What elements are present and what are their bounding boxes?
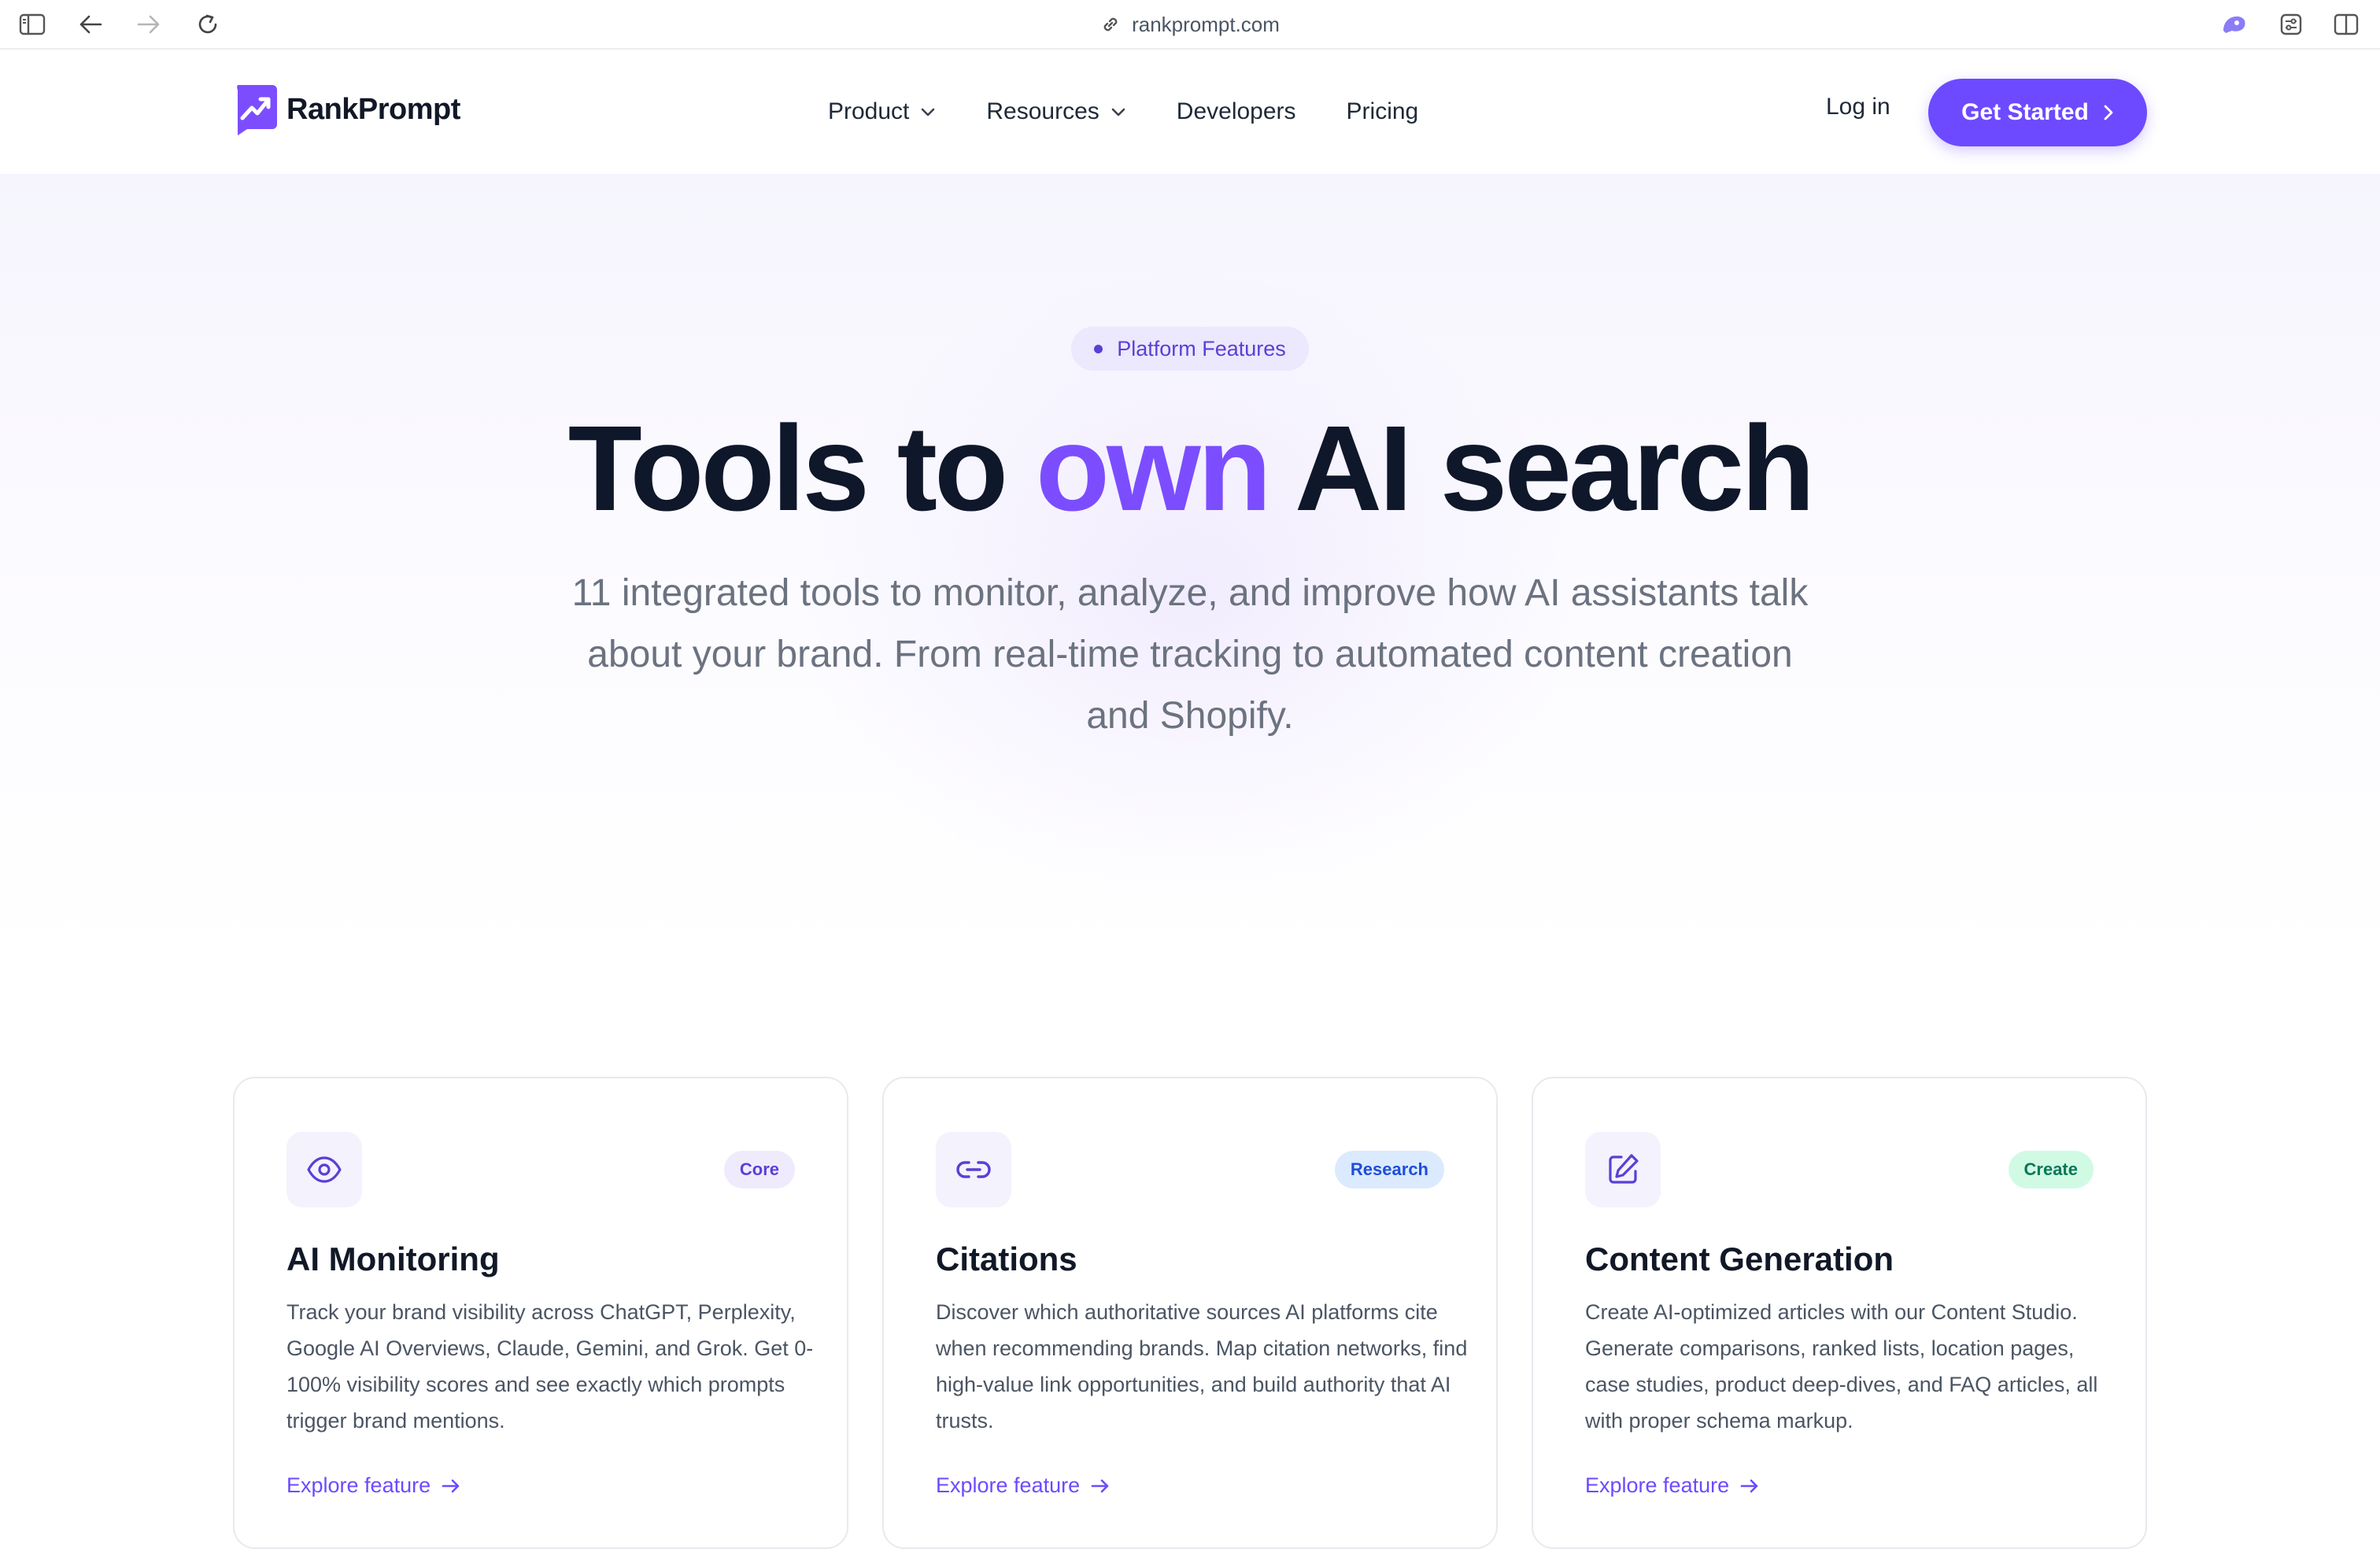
brand-name: RankPrompt xyxy=(286,92,460,126)
nav-item-label: Pricing xyxy=(1346,98,1419,124)
arrow-right-icon xyxy=(1740,1479,1758,1492)
card-title: Content Generation xyxy=(1585,1240,1894,1277)
site-header: RankPrompt Product Resources Developers … xyxy=(0,50,2380,174)
feature-card-content-generation[interactable]: Create Content Generation Create AI-opti… xyxy=(1532,1077,2147,1549)
nav-item-label: Product xyxy=(828,98,910,124)
url-text: rankprompt.com xyxy=(1132,12,1280,36)
nav-item-product[interactable]: Product xyxy=(828,98,936,125)
link-label: Explore feature xyxy=(1585,1473,1730,1497)
link-label: Explore feature xyxy=(286,1473,431,1497)
tab-settings-icon[interactable] xyxy=(2276,9,2306,39)
arrow-right-icon xyxy=(442,1479,460,1492)
platform-features-pill: Platform Features xyxy=(1071,327,1309,371)
forward-arrow-icon[interactable] xyxy=(134,9,164,39)
sidebar-toggle-icon[interactable] xyxy=(17,9,47,39)
get-started-label: Get Started xyxy=(1961,99,2089,125)
hero-subtitle: 11 integrated tools to monitor, analyze,… xyxy=(571,572,1809,737)
chevron-right-icon xyxy=(2104,105,2113,120)
nav-item-developers[interactable]: Developers xyxy=(1177,98,1296,125)
split-view-icon[interactable] xyxy=(2331,9,2361,39)
link-icon xyxy=(936,1132,1011,1207)
login-link[interactable]: Log in xyxy=(1826,94,1890,120)
explore-feature-link[interactable]: Explore feature xyxy=(286,1473,460,1498)
feature-cards: Core AI Monitoring Track your brand visi… xyxy=(233,1077,2147,1549)
headline-accent: own xyxy=(1035,401,1272,536)
dot-icon xyxy=(1094,344,1103,353)
hero-section: Platform Features Tools to own AI search… xyxy=(0,174,2380,961)
explore-feature-link[interactable]: Explore feature xyxy=(1585,1473,1759,1498)
nav-item-label: Resources xyxy=(986,98,1099,124)
edit-icon xyxy=(1585,1132,1661,1207)
nav-item-label: Developers xyxy=(1176,98,1296,124)
card-title: AI Monitoring xyxy=(286,1240,500,1277)
category-badge: Research xyxy=(1334,1151,1444,1189)
nav-item-resources[interactable]: Resources xyxy=(986,98,1125,125)
extension-icon[interactable] xyxy=(2219,9,2249,39)
reload-icon[interactable] xyxy=(193,9,223,39)
chevron-down-icon xyxy=(922,108,935,116)
trend-chart-icon xyxy=(237,85,277,135)
main-menu: Product Resources Developers Pricing xyxy=(828,50,1418,174)
chevron-down-icon xyxy=(1111,108,1125,116)
link-icon xyxy=(1100,14,1121,35)
category-badge: Core xyxy=(723,1151,795,1189)
link-label: Explore feature xyxy=(936,1473,1081,1497)
card-title: Citations xyxy=(936,1240,1077,1277)
address-bar[interactable]: rankprompt.com xyxy=(1072,8,1308,41)
card-description: Track your brand visibility across ChatG… xyxy=(286,1300,814,1433)
page-title: Tools to own AI search xyxy=(0,401,2380,536)
get-started-button[interactable]: Get Started xyxy=(1928,79,2147,146)
brand-logo[interactable]: RankPrompt xyxy=(231,83,460,135)
feature-card-ai-monitoring[interactable]: Core AI Monitoring Track your brand visi… xyxy=(233,1077,848,1549)
explore-feature-link[interactable]: Explore feature xyxy=(936,1473,1110,1498)
feature-card-citations[interactable]: Research Citations Discover which author… xyxy=(882,1077,1498,1549)
arrow-right-icon xyxy=(1091,1479,1109,1492)
card-description: Create AI-optimized articles with our Co… xyxy=(1585,1300,2098,1433)
back-arrow-icon[interactable] xyxy=(76,9,105,39)
eye-icon xyxy=(286,1132,362,1207)
headline-part2: AI search xyxy=(1268,401,1815,536)
card-description: Discover which authoritative sources AI … xyxy=(936,1300,1468,1433)
pill-label: Platform Features xyxy=(1117,336,1286,360)
category-badge: Create xyxy=(2008,1151,2094,1189)
browser-toolbar: rankprompt.com xyxy=(0,0,2380,50)
headline-part1: Tools to xyxy=(567,401,1036,536)
nav-item-pricing[interactable]: Pricing xyxy=(1347,98,1419,125)
